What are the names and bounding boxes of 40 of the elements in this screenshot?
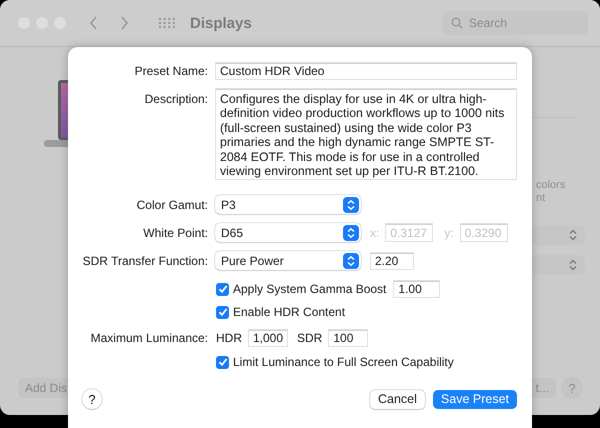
checkbox-label[interactable]: Apply System Gamma Boost <box>233 282 386 296</box>
save-button[interactable]: Save Preset <box>432 390 517 408</box>
field-label: Maximum Luminance: <box>90 331 208 345</box>
hdr-luminance-field[interactable]: 1,000 <box>248 329 288 347</box>
field-label: White Point: <box>142 226 208 240</box>
search-icon <box>451 17 463 29</box>
checkbox[interactable] <box>216 306 229 318</box>
popup-menu[interactable] <box>532 255 585 275</box>
popup-menu[interactable]: P3 <box>215 195 361 214</box>
description-field[interactable]: Configures the display for use in 4K or ultra high-definition video production workflows up to 1000 nits (full-screen sustained) using the wide color P3 primaries and the high dynamic range SMPTE ST-2084 EOTF. This mode is for use in a controlled viewing environment set up per ITU-R BT.2100. <box>215 88 517 180</box>
chevron-icon <box>569 229 577 241</box>
chevron-icon <box>343 252 359 268</box>
popup-menu[interactable] <box>532 225 585 245</box>
chevron-icon <box>343 196 359 212</box>
chevron-icon <box>569 259 577 271</box>
sdr-luminance-field[interactable]: 100 <box>328 329 368 347</box>
checkbox-label[interactable]: Limit Luminance to Full Screen Capability <box>233 355 454 369</box>
help-button[interactable]: ? <box>82 389 102 409</box>
search-field[interactable]: Search <box>442 11 588 35</box>
field-label: x: <box>370 226 380 240</box>
checkbox-label[interactable]: Enable HDR Content <box>233 305 346 319</box>
gamma-field[interactable]: 2.20 <box>370 252 414 270</box>
chevron-icon <box>343 224 359 240</box>
field-label: Description: <box>144 92 208 106</box>
gamma-boost-field[interactable]: 1.00 <box>393 280 440 298</box>
checkbox[interactable] <box>216 282 229 296</box>
field-label: Color Gamut: <box>136 198 208 212</box>
popup-menu[interactable]: Pure Power <box>215 251 361 270</box>
field-label: SDR <box>297 331 322 345</box>
field-label: SDR Transfer Function: <box>82 254 208 268</box>
preset-name-field[interactable]: Custom HDR Video <box>215 62 517 80</box>
field-label: HDR <box>216 331 242 345</box>
checkbox[interactable] <box>216 356 229 368</box>
field-label: Preset Name: <box>134 64 208 78</box>
window-title: Displays <box>190 14 252 32</box>
grid-icon[interactable] <box>158 17 176 29</box>
field-label: y: <box>444 226 454 240</box>
cancel-button[interactable]: Cancel <box>370 390 425 408</box>
setting-description: colors <box>536 179 566 191</box>
setting-description: nt <box>536 192 546 204</box>
